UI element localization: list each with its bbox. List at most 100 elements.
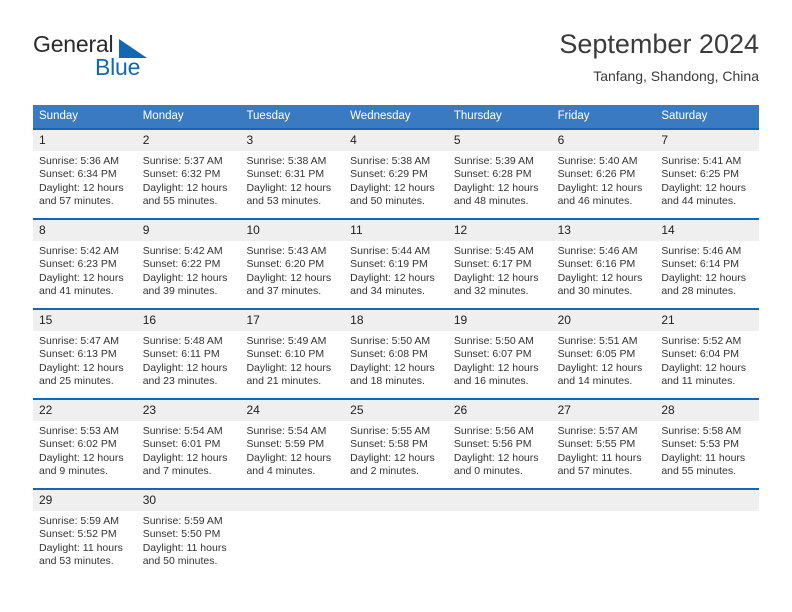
daylight-text-line2: and 23 minutes. (142, 375, 218, 388)
day-number: 2 (136, 130, 241, 151)
sunset-text: Sunset: 6:17 PM (453, 258, 532, 271)
weekday-header-tuesday: Tuesday (246, 110, 291, 122)
day-number: 4 (344, 130, 448, 151)
day-details: Sunrise: 5:57 AM Sunset: 5:55 PM Dayligh… (552, 421, 656, 479)
sunrise-text: Sunrise: 5:46 AM (661, 245, 742, 257)
day-cell[interactable]: 2 Sunrise: 5:37 AM Sunset: 6:32 PM Dayli… (136, 130, 241, 218)
daylight-text-line1: Daylight: 12 hours (39, 451, 124, 464)
day-cell[interactable]: 15 Sunrise: 5:47 AM Sunset: 6:13 PM Dayl… (33, 310, 137, 398)
sunset-text: Sunset: 5:59 PM (246, 438, 325, 451)
day-cell-empty (447, 490, 552, 578)
day-cell[interactable]: 11 Sunrise: 5:44 AM Sunset: 6:19 PM Dayl… (344, 220, 448, 308)
day-cell[interactable]: 14 Sunrise: 5:46 AM Sunset: 6:14 PM Dayl… (655, 220, 760, 308)
day-details: Sunrise: 5:56 AM Sunset: 5:56 PM Dayligh… (448, 421, 552, 479)
calendar-grid: Sunday Monday Tuesday Wednesday Thursday… (33, 105, 760, 578)
daylight-text-line1: Daylight: 11 hours (39, 541, 123, 554)
sunset-text: Sunset: 6:13 PM (39, 348, 117, 361)
day-number (447, 490, 552, 511)
daylight-text-line1: Daylight: 12 hours (142, 181, 228, 194)
day-cell[interactable]: 22 Sunrise: 5:53 AM Sunset: 6:02 PM Dayl… (33, 400, 137, 488)
sunset-text: Sunset: 6:08 PM (350, 348, 428, 361)
week-row: 1 Sunrise: 5:36 AM Sunset: 6:34 PM Dayli… (33, 128, 760, 218)
sunset-text: Sunset: 6:02 PM (39, 438, 117, 451)
day-details (240, 511, 344, 515)
day-number: 14 (655, 220, 760, 241)
sunrise-text: Sunrise: 5:38 AM (350, 155, 431, 167)
daylight-text-line1: Daylight: 12 hours (246, 451, 332, 464)
day-number: 27 (551, 400, 656, 421)
daylight-text-line1: Daylight: 11 hours (661, 451, 746, 464)
day-cell[interactable]: 12 Sunrise: 5:45 AM Sunset: 6:17 PM Dayl… (447, 220, 552, 308)
day-cell[interactable]: 3 Sunrise: 5:38 AM Sunset: 6:31 PM Dayli… (240, 130, 345, 218)
day-details: Sunrise: 5:59 AM Sunset: 5:50 PM Dayligh… (137, 511, 241, 569)
sunset-text: Sunset: 6:25 PM (661, 168, 739, 181)
day-number: 10 (240, 220, 345, 241)
weekday-header-sunday: Sunday (39, 110, 79, 122)
daylight-text-line1: Daylight: 12 hours (453, 271, 539, 284)
day-number: 6 (551, 130, 656, 151)
day-cell[interactable]: 1 Sunrise: 5:36 AM Sunset: 6:34 PM Dayli… (33, 130, 137, 218)
day-cell[interactable]: 19 Sunrise: 5:50 AM Sunset: 6:07 PM Dayl… (447, 310, 552, 398)
sunrise-text: Sunrise: 5:42 AM (142, 245, 223, 257)
sunrise-text: Sunrise: 5:52 AM (661, 335, 742, 347)
day-number: 26 (447, 400, 552, 421)
day-cell[interactable]: 18 Sunrise: 5:50 AM Sunset: 6:08 PM Dayl… (344, 310, 448, 398)
day-cell[interactable]: 25 Sunrise: 5:55 AM Sunset: 5:58 PM Dayl… (344, 400, 448, 488)
daylight-text-line1: Daylight: 12 hours (142, 361, 228, 374)
daylight-text-line1: Daylight: 12 hours (661, 361, 746, 374)
day-cell[interactable]: 6 Sunrise: 5:40 AM Sunset: 6:26 PM Dayli… (551, 130, 656, 218)
day-cell[interactable]: 30 Sunrise: 5:59 AM Sunset: 5:50 PM Dayl… (136, 490, 241, 578)
day-details: Sunrise: 5:53 AM Sunset: 6:02 PM Dayligh… (33, 421, 137, 479)
daylight-text-line2: and 55 minutes. (142, 195, 218, 208)
sunset-text: Sunset: 6:05 PM (557, 348, 636, 361)
daylight-text-line2: and 57 minutes. (39, 195, 114, 208)
calendar-page: General Blue September 2024 Tanfang, Sha… (0, 0, 792, 612)
sunset-text: Sunset: 6:31 PM (246, 168, 325, 181)
sunrise-text: Sunrise: 5:57 AM (557, 425, 638, 437)
sunset-text: Sunset: 6:34 PM (39, 168, 117, 181)
day-cell-empty (240, 490, 345, 578)
day-details: Sunrise: 5:41 AM Sunset: 6:25 PM Dayligh… (655, 151, 759, 209)
daylight-text-line1: Daylight: 12 hours (557, 181, 643, 194)
sunrise-text: Sunrise: 5:40 AM (557, 155, 638, 167)
generalblue-logo[interactable]: General Blue (33, 32, 253, 90)
day-details: Sunrise: 5:42 AM Sunset: 6:22 PM Dayligh… (137, 241, 241, 299)
page-header: General Blue September 2024 Tanfang, Sha… (33, 28, 759, 96)
day-number (655, 490, 760, 511)
day-number: 15 (33, 310, 137, 331)
day-cell[interactable]: 13 Sunrise: 5:46 AM Sunset: 6:16 PM Dayl… (551, 220, 656, 308)
daylight-text-line1: Daylight: 12 hours (39, 181, 124, 194)
sunrise-text: Sunrise: 5:39 AM (453, 155, 534, 167)
daylight-text-line2: and 25 minutes. (39, 375, 114, 388)
day-cell[interactable]: 20 Sunrise: 5:51 AM Sunset: 6:05 PM Dayl… (551, 310, 656, 398)
day-cell[interactable]: 16 Sunrise: 5:48 AM Sunset: 6:11 PM Dayl… (136, 310, 241, 398)
day-cell[interactable]: 28 Sunrise: 5:58 AM Sunset: 5:53 PM Dayl… (655, 400, 760, 488)
day-cell[interactable]: 21 Sunrise: 5:52 AM Sunset: 6:04 PM Dayl… (655, 310, 760, 398)
sunrise-text: Sunrise: 5:54 AM (142, 425, 223, 437)
day-cell[interactable]: 7 Sunrise: 5:41 AM Sunset: 6:25 PM Dayli… (655, 130, 760, 218)
day-cell-empty (655, 490, 760, 578)
day-cell[interactable]: 27 Sunrise: 5:57 AM Sunset: 5:55 PM Dayl… (551, 400, 656, 488)
day-number: 8 (33, 220, 137, 241)
day-cell[interactable]: 8 Sunrise: 5:42 AM Sunset: 6:23 PM Dayli… (33, 220, 137, 308)
daylight-text-line2: and 28 minutes. (661, 285, 737, 298)
day-cell[interactable]: 4 Sunrise: 5:38 AM Sunset: 6:29 PM Dayli… (344, 130, 448, 218)
weekday-header-friday: Friday (557, 110, 590, 122)
page-subtitle-location: Tanfang, Shandong, China (593, 68, 759, 84)
day-cell[interactable]: 5 Sunrise: 5:39 AM Sunset: 6:28 PM Dayli… (447, 130, 552, 218)
weekday-header-saturday: Saturday (661, 110, 708, 122)
daylight-text-line1: Daylight: 12 hours (453, 361, 539, 374)
day-number: 30 (136, 490, 241, 511)
day-cell[interactable]: 10 Sunrise: 5:43 AM Sunset: 6:20 PM Dayl… (240, 220, 345, 308)
day-cell[interactable]: 23 Sunrise: 5:54 AM Sunset: 6:01 PM Dayl… (136, 400, 241, 488)
day-cell[interactable]: 17 Sunrise: 5:49 AM Sunset: 6:10 PM Dayl… (240, 310, 345, 398)
daylight-text-line2: and 14 minutes. (557, 375, 633, 388)
day-cell[interactable]: 26 Sunrise: 5:56 AM Sunset: 5:56 PM Dayl… (447, 400, 552, 488)
week-row: 29 Sunrise: 5:59 AM Sunset: 5:52 PM Dayl… (33, 488, 760, 578)
weekday-header-row: Sunday Monday Tuesday Wednesday Thursday… (33, 105, 759, 128)
day-cell[interactable]: 9 Sunrise: 5:42 AM Sunset: 6:22 PM Dayli… (136, 220, 241, 308)
day-cell[interactable]: 24 Sunrise: 5:54 AM Sunset: 5:59 PM Dayl… (240, 400, 345, 488)
logo-text-general: General (33, 31, 114, 57)
daylight-text-line2: and 2 minutes. (350, 465, 420, 478)
day-cell[interactable]: 29 Sunrise: 5:59 AM Sunset: 5:52 PM Dayl… (33, 490, 137, 578)
